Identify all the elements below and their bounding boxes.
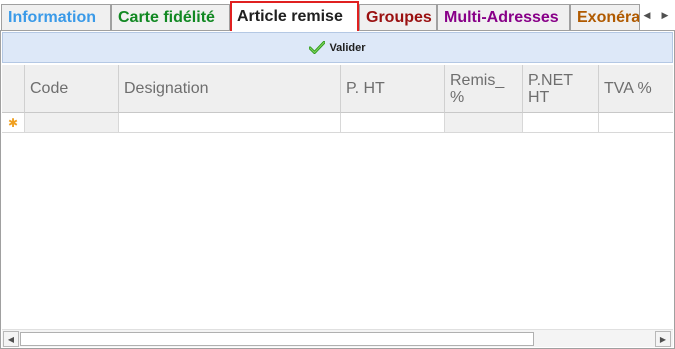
column-header-p-net-ht[interactable]: P.NET HT [523, 65, 599, 113]
grid-header-row: Code Designation P. HT Remis_ % P.NET HT… [2, 65, 673, 113]
column-header-code[interactable]: Code [25, 65, 119, 113]
tab-multi-adresses[interactable]: Multi-Adresses [437, 4, 570, 31]
tab-panel: Valider Code Designation P. HT Remis_ % … [0, 30, 675, 349]
column-header-remise[interactable]: Remis_ % [445, 65, 523, 113]
new-row-cell-p-net-ht[interactable] [523, 113, 599, 133]
valider-button[interactable]: Valider [309, 41, 366, 54]
new-row-cell-remise[interactable] [445, 113, 523, 133]
column-header-tva[interactable]: TVA % [599, 65, 673, 113]
tab-carte-fidelite[interactable]: Carte fidélité [111, 4, 230, 31]
scroll-left-icon[interactable]: ◀ [3, 331, 19, 347]
tab-article-remise[interactable]: Article remise [230, 1, 359, 31]
valider-label: Valider [329, 41, 366, 54]
tab-exoneration[interactable]: Exonéra [570, 4, 640, 31]
tab-strip: Information Carte fidélité Article remis… [0, 0, 675, 31]
scrollbar-thumb[interactable] [20, 332, 534, 346]
tab-scroll-left-icon[interactable]: ◀ [638, 5, 656, 25]
row-header-corner [2, 65, 25, 113]
column-header-p-ht[interactable]: P. HT [341, 65, 445, 113]
new-row-cell-tva[interactable] [599, 113, 673, 133]
horizontal-scrollbar[interactable]: ◀ ▶ [2, 329, 673, 347]
new-row: ✱ [2, 113, 673, 133]
toolbar: Valider [2, 32, 673, 63]
green-checkmark-icon [309, 41, 326, 54]
scroll-right-icon[interactable]: ▶ [655, 331, 671, 347]
tab-information[interactable]: Information [1, 4, 111, 31]
new-row-marker-icon: ✱ [2, 113, 25, 133]
tab-groupes[interactable]: Groupes [359, 4, 437, 31]
new-row-cell-code[interactable] [25, 113, 119, 133]
column-header-designation[interactable]: Designation [119, 65, 341, 113]
tab-scroll-right-icon[interactable]: ▶ [656, 5, 674, 25]
new-row-cell-designation[interactable] [119, 113, 341, 133]
new-row-cell-p-ht[interactable] [341, 113, 445, 133]
